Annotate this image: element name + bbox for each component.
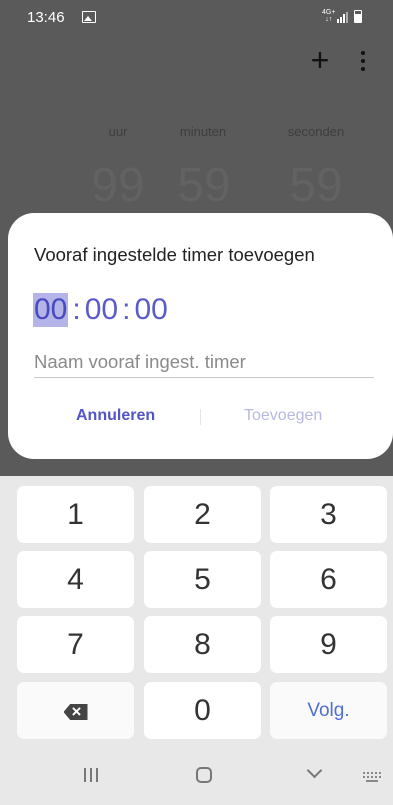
network-arrows-icon: 4G+ ↓↑ — [322, 9, 336, 23]
key-1[interactable]: 1 — [17, 486, 134, 543]
battery-icon — [354, 10, 362, 23]
status-bar: 13:46 4G+ ↓↑ — [0, 0, 393, 34]
add-preset-timer-dialog: Vooraf ingestelde timer toevoegen 00:00:… — [8, 213, 393, 459]
key-2[interactable]: 2 — [144, 486, 261, 543]
home-icon[interactable] — [196, 767, 212, 783]
key-4[interactable]: 4 — [17, 551, 134, 608]
preset-name-input[interactable] — [34, 346, 374, 378]
image-icon — [82, 11, 96, 23]
key-7[interactable]: 7 — [17, 616, 134, 673]
time-input: 00:00:00 — [33, 293, 168, 329]
hours-column-value: 99 — [91, 159, 145, 212]
seconds-field[interactable]: 00 — [134, 293, 167, 327]
navigation-bar — [0, 746, 393, 805]
time-separator: : — [72, 293, 81, 326]
next-key[interactable]: Volg. — [270, 682, 387, 739]
seconds-column-value: 59 — [289, 159, 343, 212]
dialog-title: Vooraf ingestelde timer toevoegen — [34, 244, 315, 265]
key-3[interactable]: 3 — [270, 486, 387, 543]
minutes-column-value: 59 — [177, 159, 231, 212]
seconds-column-label: seconden — [287, 124, 345, 139]
backspace-icon — [63, 704, 88, 720]
back-icon[interactable] — [306, 762, 323, 779]
hours-field[interactable]: 00 — [33, 293, 69, 327]
key-6[interactable]: 6 — [270, 551, 387, 608]
numeric-keypad: 1 2 3 4 5 6 7 8 9 0 Volg. — [0, 476, 393, 746]
key-5[interactable]: 5 — [144, 551, 261, 608]
more-vertical-icon[interactable] — [355, 48, 371, 74]
signal-icon — [337, 12, 349, 23]
keyboard-icon[interactable] — [363, 772, 381, 782]
key-8[interactable]: 8 — [144, 616, 261, 673]
key-9[interactable]: 9 — [270, 616, 387, 673]
network-type-label: 4G+ — [322, 9, 336, 16]
button-divider — [200, 409, 201, 425]
key-0[interactable]: 0 — [144, 682, 261, 739]
recent-apps-icon[interactable] — [84, 768, 100, 782]
status-time: 13:46 — [27, 9, 65, 26]
minutes-column-label: minuten — [179, 124, 227, 139]
add-button[interactable]: Toevoegen — [244, 407, 322, 425]
add-icon[interactable]: + — [307, 44, 333, 76]
cancel-button[interactable]: Annuleren — [76, 407, 155, 425]
minutes-field[interactable]: 00 — [85, 293, 118, 327]
backspace-key[interactable] — [17, 682, 134, 739]
time-separator: : — [122, 293, 131, 326]
